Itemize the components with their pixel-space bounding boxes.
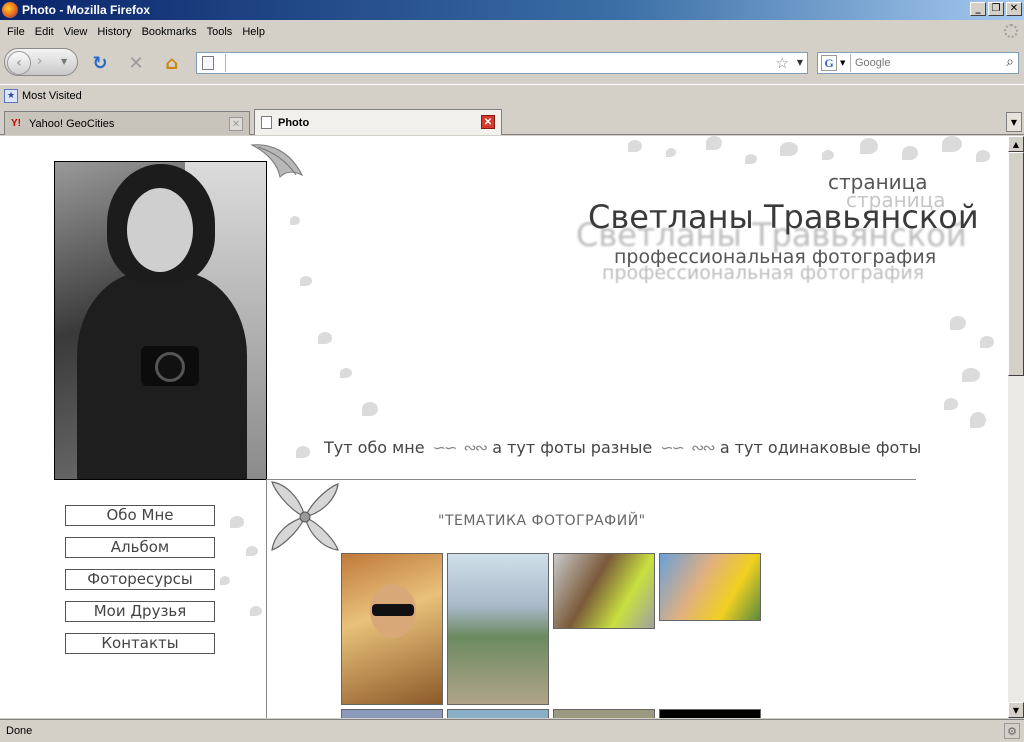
menu-view[interactable]: View <box>59 26 93 38</box>
window-title: Photo - Mozilla Firefox <box>22 3 150 17</box>
swirl-ornament-icon: ∾∾ <box>463 438 488 457</box>
back-arrow-icon: ‹ <box>16 55 22 71</box>
photo-thumbnail[interactable] <box>553 709 655 718</box>
navigation-toolbar: ‹ › ▼ ↻ ✕ ⌂ ☆ ▼ G ▼ ⌕ <box>0 43 1024 81</box>
tab-bar: Y! Yahoo! GeoCities ✕ Photo ✕ ▼ <box>0 108 1024 135</box>
nav-link-various-photos[interactable]: а тут фоты разные <box>492 438 652 457</box>
tab-label: Photo <box>278 116 310 129</box>
url-input[interactable] <box>225 54 765 72</box>
menu-tools[interactable]: Tools <box>202 26 238 38</box>
window-title-bar: Photo - Mozilla Firefox _ ❐ ✕ <box>0 0 1024 20</box>
page-icon <box>202 56 214 70</box>
leaf-ornament-icon <box>250 144 304 179</box>
search-bar[interactable]: G ▼ ⌕ <box>817 52 1019 74</box>
profile-photo <box>54 161 267 480</box>
photo-thumbnail[interactable] <box>447 553 549 705</box>
photo-thumbnail[interactable] <box>553 553 655 629</box>
photo-thumbnail[interactable] <box>447 709 549 718</box>
tab-photo[interactable]: Photo ✕ <box>254 109 502 135</box>
close-tab-icon[interactable]: ✕ <box>481 115 495 129</box>
vertical-scrollbar[interactable]: ▲ ▼ <box>1008 136 1024 718</box>
header-profession: профессиональная фотография <box>614 246 937 268</box>
reload-icon: ↻ <box>92 52 108 74</box>
side-menu: Обо Мне Альбом Фоторесурсы Мои Друзья Ко… <box>65 505 215 665</box>
scroll-down-icon[interactable]: ▼ <box>1008 702 1024 718</box>
nav-link-about[interactable]: Тут обо мне <box>324 438 425 457</box>
search-input[interactable] <box>850 54 990 72</box>
menu-file[interactable]: File <box>2 26 30 38</box>
flower-ornament-icon <box>271 481 339 551</box>
swirl-ornament-icon: ∽∽ <box>660 438 685 457</box>
page-content: страница страница Светланы Травьянской С… <box>0 136 1008 718</box>
throbber-icon <box>1004 24 1018 38</box>
stop-icon: ✕ <box>128 52 144 74</box>
settings-gear-icon[interactable]: ⚙ <box>1004 723 1020 739</box>
side-menu-contacts[interactable]: Контакты <box>65 633 215 654</box>
photo-thumbnail[interactable] <box>659 553 761 621</box>
menu-history[interactable]: History <box>92 26 136 38</box>
menu-help[interactable]: Help <box>237 26 270 38</box>
tab-yahoo-geocities[interactable]: Y! Yahoo! GeoCities ✕ <box>4 111 250 135</box>
tab-list-button[interactable]: ▼ <box>1006 112 1022 132</box>
header-name: Светланы Травьянской <box>588 198 979 236</box>
menu-bar: File Edit View History Bookmarks Tools H… <box>0 21 1024 42</box>
menu-bookmarks[interactable]: Bookmarks <box>137 26 202 38</box>
side-menu-friends[interactable]: Мои Друзья <box>65 601 215 622</box>
side-menu-album[interactable]: Альбом <box>65 537 215 558</box>
swirl-ornament-icon: ∾∾ <box>691 438 716 457</box>
header-line1: страница <box>828 170 928 194</box>
status-bar: Done ⚙ <box>0 719 1024 742</box>
stop-button[interactable]: ✕ <box>126 52 146 74</box>
search-engine-icon[interactable]: G <box>821 55 837 71</box>
horizontal-divider <box>266 479 916 480</box>
bookmark-star-icon[interactable]: ☆ <box>776 54 789 72</box>
status-text: Done <box>6 725 33 737</box>
most-visited-icon: ★ <box>4 88 18 103</box>
close-window-button[interactable]: ✕ <box>1006 2 1022 16</box>
bookmarks-toolbar: ★ Most Visited <box>0 84 1024 106</box>
history-dropdown-icon[interactable]: ▼ <box>61 57 67 66</box>
photo-thumbnail[interactable] <box>341 553 443 705</box>
forward-button[interactable]: › <box>37 54 42 69</box>
maximize-button[interactable]: ❐ <box>988 2 1004 16</box>
url-bar[interactable]: ☆ ▼ <box>196 52 808 74</box>
photo-thumbnail[interactable] <box>341 709 443 718</box>
swirl-ornament-icon: ∽∽ <box>432 438 458 457</box>
url-dropdown-icon[interactable]: ▼ <box>797 58 803 67</box>
scrollbar-thumb[interactable] <box>1008 152 1024 376</box>
firefox-logo-icon <box>2 2 18 18</box>
photo-thumbnail[interactable] <box>659 709 761 718</box>
search-icon[interactable]: ⌕ <box>1006 54 1014 70</box>
page-favicon-icon <box>261 116 272 129</box>
home-button[interactable]: ⌂ <box>162 52 182 74</box>
top-navigation: Тут обо мне ∽∽ ∾∾ а тут фоты разные ∽∽ ∾… <box>324 438 921 457</box>
yahoo-favicon-icon: Y! <box>11 117 21 129</box>
menu-edit[interactable]: Edit <box>30 26 59 38</box>
engine-dropdown-icon[interactable]: ▼ <box>840 59 845 67</box>
back-forward-group: ‹ › ▼ <box>4 48 78 76</box>
section-title: "ТЕМАТИКА ФОТОГРАФИЙ" <box>438 513 646 529</box>
reload-button[interactable]: ↻ <box>90 52 110 74</box>
side-menu-photo-resources[interactable]: Фоторесурсы <box>65 569 215 590</box>
back-button[interactable]: ‹ <box>7 51 31 75</box>
nav-link-same-photos[interactable]: а тут одинаковые фоты <box>720 438 921 457</box>
tab-label: Yahoo! GeoCities <box>29 117 115 130</box>
bookmark-most-visited[interactable]: Most Visited <box>22 90 82 102</box>
scroll-up-icon[interactable]: ▲ <box>1008 136 1024 152</box>
side-menu-about[interactable]: Обо Мне <box>65 505 215 526</box>
close-tab-icon[interactable]: ✕ <box>229 117 243 131</box>
minimize-button[interactable]: _ <box>970 2 986 16</box>
home-icon: ⌂ <box>165 52 179 74</box>
